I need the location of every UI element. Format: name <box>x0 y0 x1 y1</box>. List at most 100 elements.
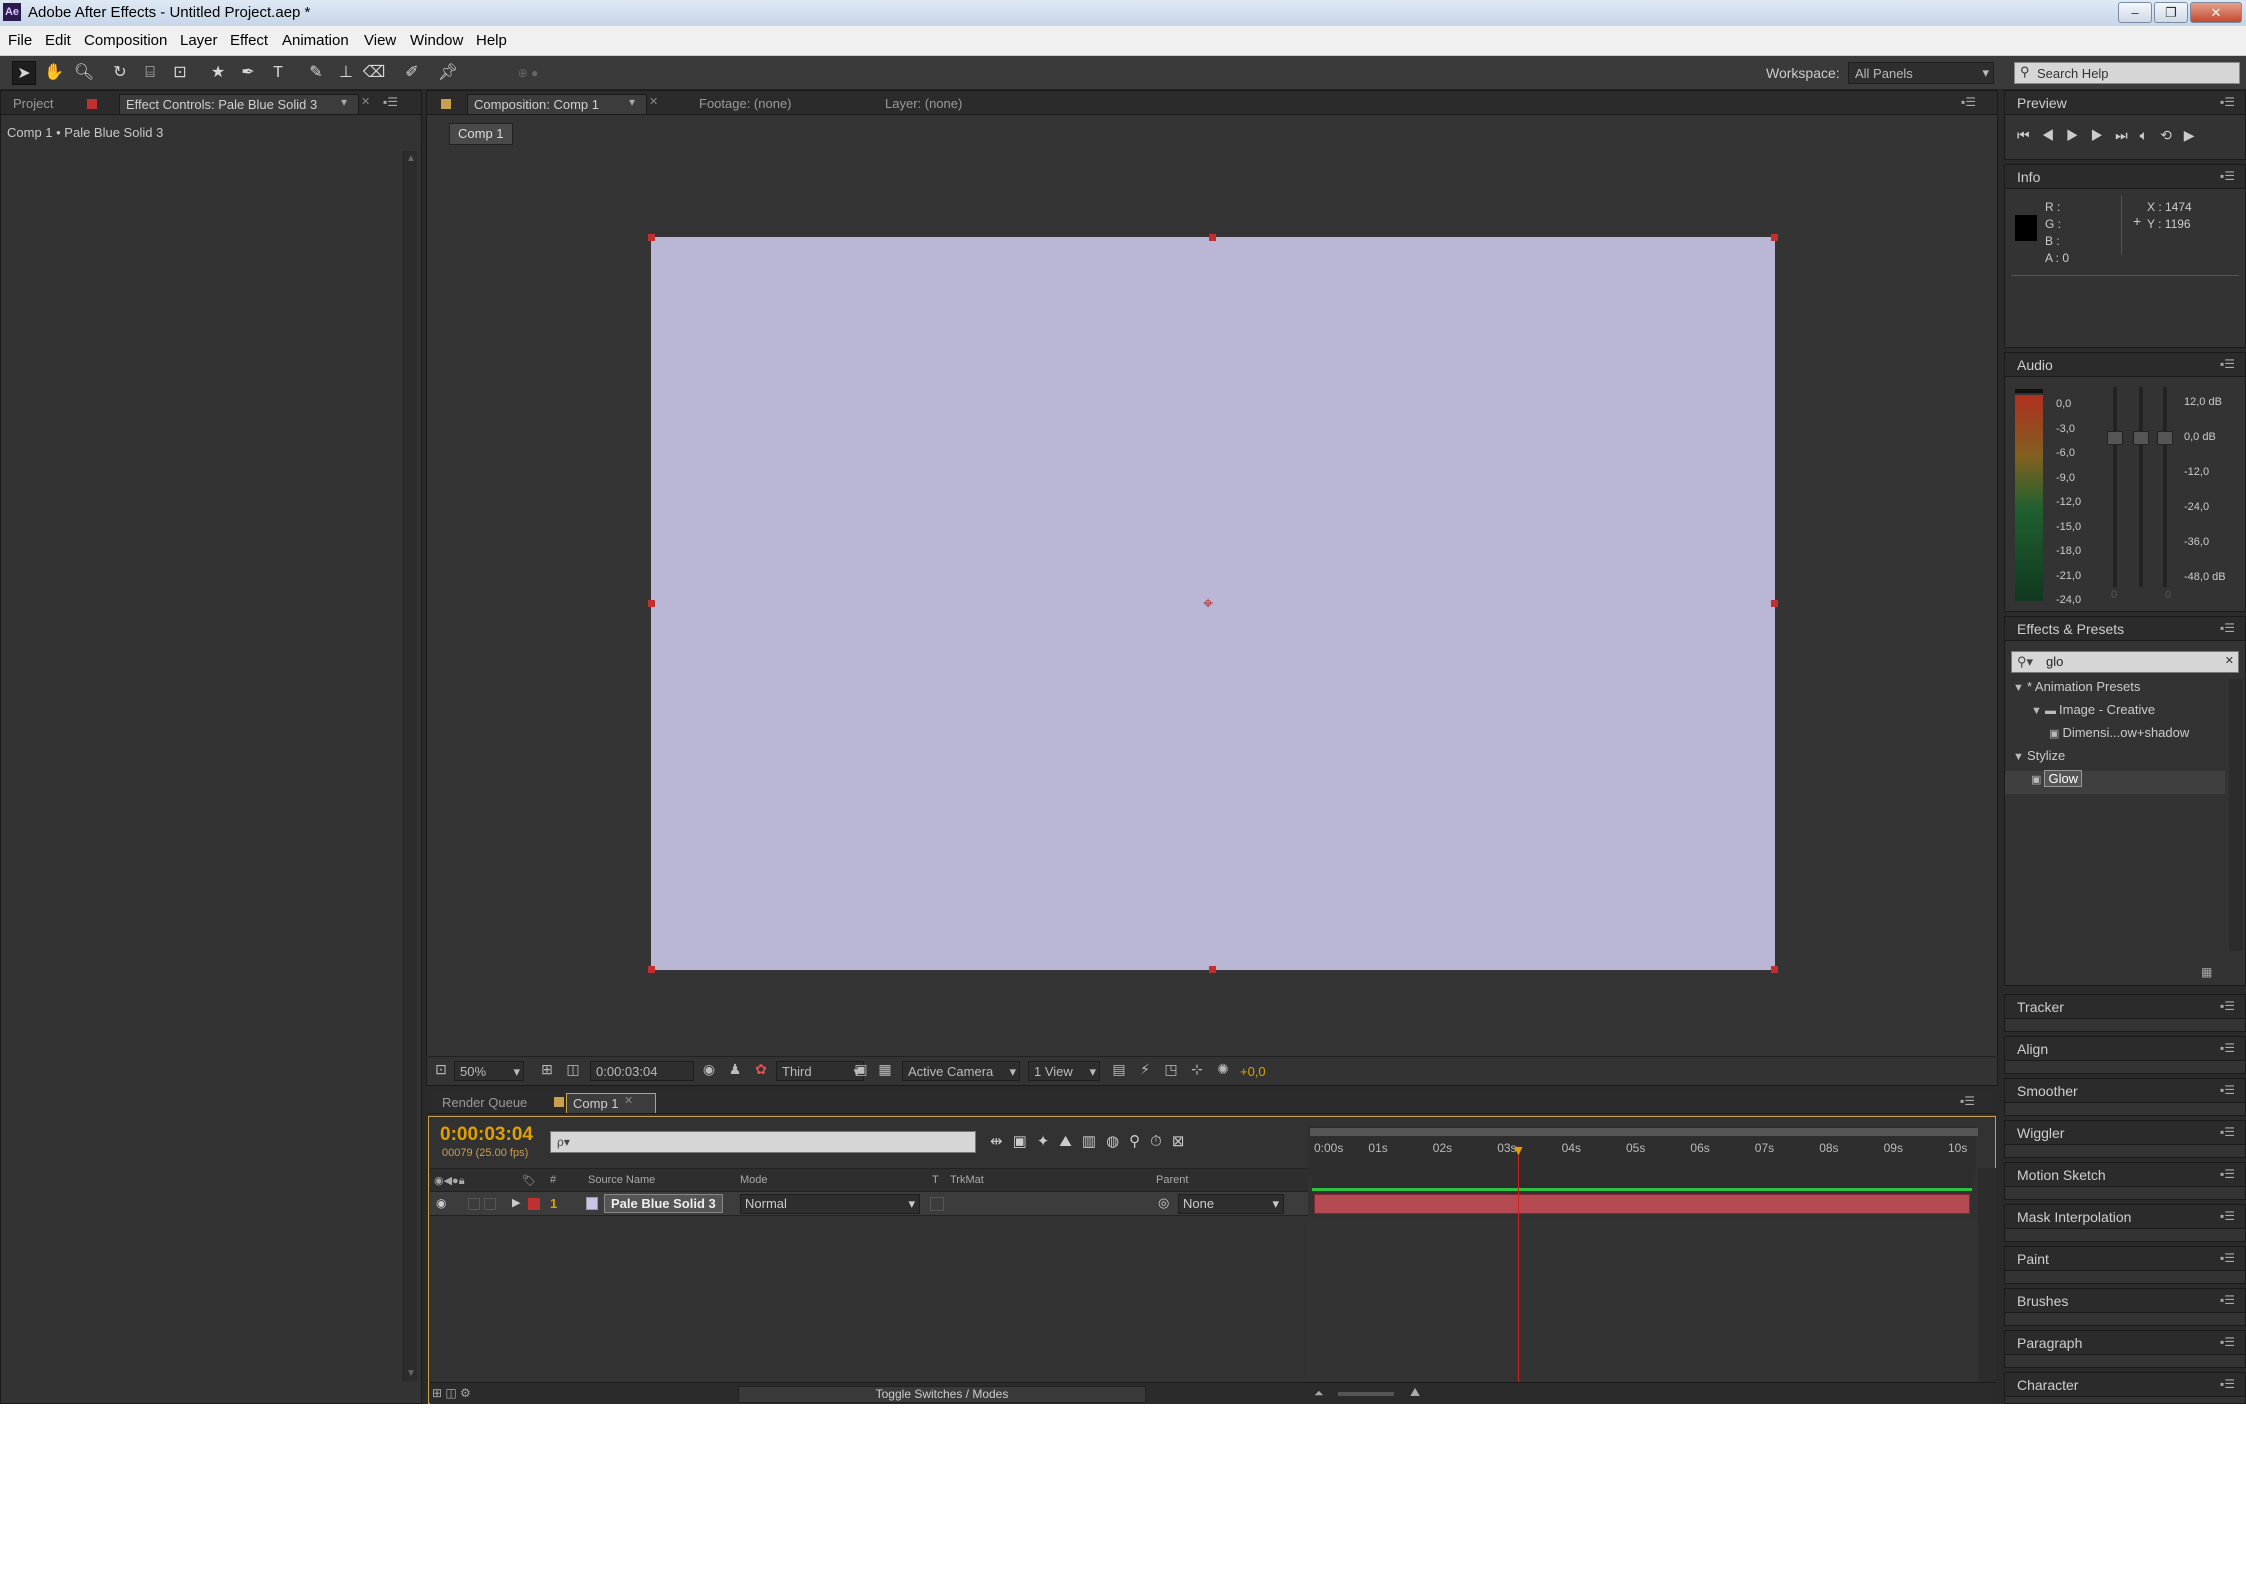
chevron-down-icon[interactable]: ▾ <box>629 95 635 109</box>
flowchart-icon[interactable]: ⊹ <box>1188 1061 1206 1081</box>
panel-menu-icon[interactable]: ▪☰ <box>1961 95 1976 109</box>
tab-render-queue[interactable]: Render Queue <box>436 1093 533 1113</box>
toggle-pixel-aspect-icon[interactable]: ▤ <box>1110 1061 1128 1081</box>
resolution-select[interactable]: Third ▾ <box>776 1061 864 1081</box>
snapshot-icon[interactable]: ◉ <box>700 1061 718 1081</box>
footer-toggle-icons[interactable]: ⊞ ◫ ⚙︎ <box>432 1386 471 1400</box>
layer-duration-bar[interactable] <box>1314 1194 1970 1214</box>
puppet-pin-tool-icon[interactable]: 📌︎ <box>436 61 460 85</box>
workspace-select[interactable]: All Panels ▾ <box>1848 62 1994 84</box>
solo-toggle[interactable] <box>468 1198 480 1210</box>
channel-icon[interactable]: ✿ <box>752 1061 770 1081</box>
list-item[interactable]: ▼ ▬ Image - Creative <box>2005 702 2225 725</box>
panel-menu-icon[interactable]: ▪☰ <box>2220 1125 2235 1139</box>
collapsed-panel[interactable]: Paint ▪☰ <box>2004 1246 2246 1284</box>
minimize-button[interactable]: – <box>2118 2 2152 23</box>
playhead-line[interactable] <box>1517 1146 1519 1384</box>
roto-brush-tool-icon[interactable]: ✐ <box>400 61 424 85</box>
panel-menu-icon[interactable]: ▪☰ <box>2220 1083 2235 1097</box>
comp-nav-button[interactable]: Comp 1 <box>449 123 513 145</box>
collapsed-panel[interactable]: Wiggler ▪☰ <box>2004 1120 2246 1158</box>
show-snapshot-icon[interactable]: ♟ <box>726 1061 744 1081</box>
collapsed-panel[interactable]: Tracker ▪☰ <box>2004 994 2246 1032</box>
tab-effect-controls[interactable]: Effect Controls: Pale Blue Solid 3 <box>119 94 359 114</box>
transform-handle[interactable] <box>1209 234 1216 241</box>
scroll-up-icon[interactable]: ▲ <box>406 153 416 164</box>
audio-fader-track[interactable] <box>2163 387 2167 587</box>
chevron-down-icon[interactable]: ▼ <box>2013 682 2027 694</box>
tab-project[interactable]: Project <box>7 94 59 114</box>
panel-menu-icon[interactable]: ▪☰ <box>2220 1041 2235 1055</box>
menu-edit[interactable]: Edit <box>45 32 71 49</box>
restore-button[interactable]: ❐ <box>2154 2 2188 23</box>
anchor-point-icon[interactable]: ⌖ <box>1203 593 1213 614</box>
folder-icon[interactable]: ▼ ▬ <box>2031 705 2059 717</box>
panel-menu-icon[interactable]: ▪☰ <box>383 95 398 109</box>
panel-menu-icon[interactable]: ▪☰ <box>2220 1209 2235 1223</box>
tab-layer[interactable]: Layer: (none) <box>879 94 968 114</box>
view-layout-select[interactable]: 1 View ▾ <box>1028 1061 1100 1081</box>
brush-tool-icon[interactable]: ✎ <box>304 61 328 85</box>
zoom-select[interactable]: 50% ▾ <box>454 1061 524 1081</box>
hand-tool-icon[interactable]: ✋ <box>42 61 66 85</box>
safe-zones-icon[interactable]: ⊞ <box>538 1061 556 1081</box>
tab-comp-1[interactable]: Comp 1 <box>566 1093 656 1113</box>
clone-stamp-tool-icon[interactable]: ⊥ <box>334 61 358 85</box>
menu-window[interactable]: Window <box>410 32 463 49</box>
eraser-tool-icon[interactable]: ⌫ <box>362 61 386 85</box>
lock-toggle[interactable] <box>484 1198 496 1210</box>
comp-canvas-solid[interactable]: ⌖ <box>648 234 1778 973</box>
panel-menu-icon[interactable]: ▪☰ <box>1960 1094 1975 1108</box>
tab-composition[interactable]: Composition: Comp 1 <box>467 94 647 114</box>
layer-name[interactable]: Pale Blue Solid 3 <box>604 1194 723 1213</box>
column-source-name[interactable]: Source Name <box>588 1174 655 1186</box>
pick-whip-icon[interactable]: ◎ <box>1158 1195 1169 1211</box>
parent-select[interactable]: None ▾ <box>1178 1194 1284 1214</box>
transform-handle[interactable] <box>648 600 655 607</box>
chevron-down-icon[interactable]: ▼ <box>2013 751 2027 763</box>
scrollbar[interactable]: ▲ ▼ <box>403 151 417 1381</box>
close-tab-icon[interactable]: ✕ <box>361 95 370 108</box>
exposure-reset-icon[interactable]: ✺ <box>1214 1061 1232 1081</box>
transform-handle[interactable] <box>1209 966 1216 973</box>
list-item[interactable]: ▣ Glow <box>2005 770 2225 794</box>
axis-mode-icon[interactable]: ⊕ ● ◧ <box>516 61 540 104</box>
collapsed-panel[interactable]: Smoother ▪☰ <box>2004 1078 2246 1116</box>
blend-mode-select[interactable]: Normal ▾ <box>740 1194 920 1214</box>
list-item[interactable]: ▣ Dimensi...ow+shadow <box>2005 725 2225 748</box>
timeline-toggle-icon[interactable]: ◳ <box>1162 1061 1180 1081</box>
camera-select[interactable]: Active Camera ▾ <box>902 1061 1020 1081</box>
panel-menu-icon[interactable]: ▪☰ <box>2220 1251 2235 1265</box>
menu-effect[interactable]: Effect <box>230 32 268 49</box>
audio-fader-track[interactable] <box>2113 387 2117 587</box>
menu-layer[interactable]: Layer <box>180 32 218 49</box>
panel-menu-icon[interactable]: ▪☰ <box>2220 357 2235 371</box>
zoom-slider[interactable] <box>1338 1392 1394 1396</box>
transform-handle[interactable] <box>648 234 655 241</box>
clear-search-icon[interactable]: ✕ <box>2225 654 2234 667</box>
zoom-tool-icon[interactable]: 🔍︎ <box>72 61 96 85</box>
scroll-down-icon[interactable]: ▼ <box>406 1368 416 1379</box>
audio-fader-handle[interactable] <box>2107 431 2123 445</box>
table-row[interactable]: ◉ ▶ 1 Pale Blue Solid 3 Normal ▾ ◎ None ▾ <box>430 1192 1308 1216</box>
transform-handle[interactable] <box>648 966 655 973</box>
audio-fader-track[interactable] <box>2139 387 2143 587</box>
menu-file[interactable]: File <box>8 32 32 49</box>
effect-icon[interactable]: ▣ <box>2031 774 2044 786</box>
list-item[interactable]: ▼ Stylize <box>2005 748 2225 771</box>
effects-scrollbar[interactable] <box>2229 679 2243 951</box>
type-tool-icon[interactable]: T <box>266 61 290 85</box>
layer-label-color[interactable] <box>528 1198 540 1210</box>
toggle-switches-modes-button[interactable]: Toggle Switches / Modes <box>738 1386 1146 1403</box>
panel-menu-icon[interactable]: ▪☰ <box>2220 169 2235 183</box>
pen-tool-icon[interactable]: ✒ <box>236 61 260 85</box>
rotate-tool-icon[interactable]: ↻ <box>108 61 132 85</box>
current-time-field[interactable]: 0:00:03:04 <box>590 1061 694 1081</box>
search-help-input[interactable]: ⚲ Search Help <box>2014 62 2240 84</box>
expand-arrow-icon[interactable]: ▶ <box>512 1196 520 1209</box>
effect-icon[interactable]: ▣ <box>2049 728 2062 740</box>
timeline-scrollbar[interactable] <box>1978 1168 1996 1382</box>
always-preview-icon[interactable]: ⊡ <box>432 1061 450 1081</box>
menu-animation[interactable]: Animation <box>282 32 349 49</box>
collapsed-panel[interactable]: Mask Interpolation ▪☰ <box>2004 1204 2246 1242</box>
